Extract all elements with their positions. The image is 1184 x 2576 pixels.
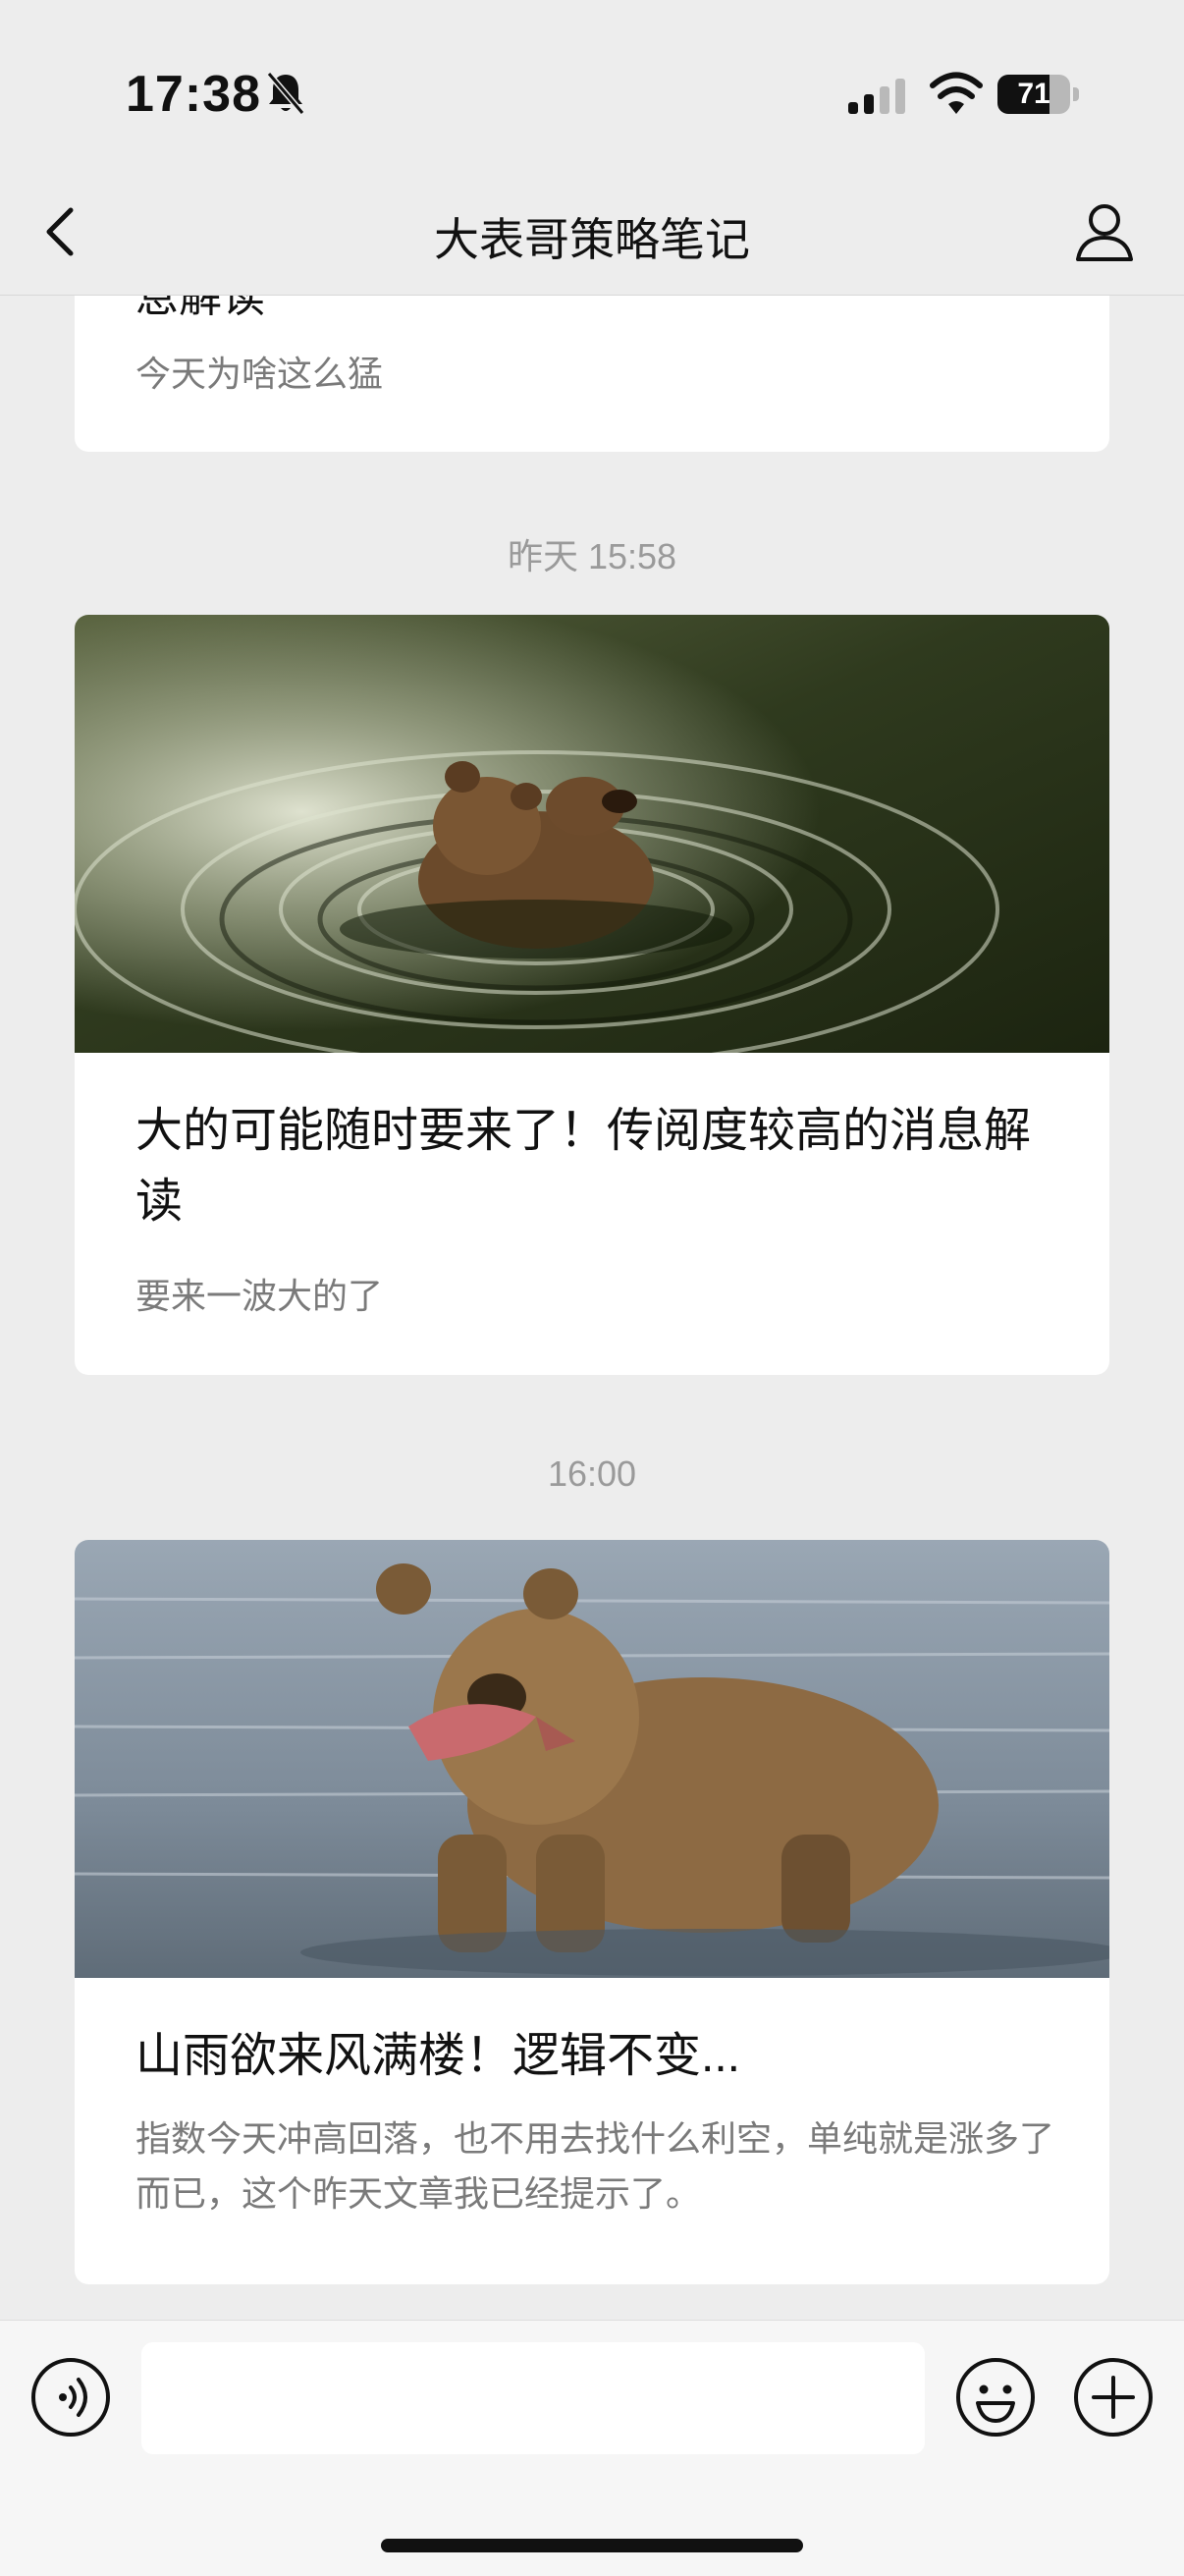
message-input[interactable] [141,2342,925,2454]
article-digest: 指数今天冲高回落，也不用去找什么利空，单纯就是涨多了而已，这个昨天文章我已经提示… [135,2118,1055,2214]
article-digest: 要来一波大的了 [135,1276,384,1316]
cellular-signal-icon [848,79,905,114]
bell-muted-icon [266,72,305,115]
home-indicator [381,2539,803,2552]
message-timestamp: 16:00 [547,1453,637,1494]
battery-icon: 71 [997,75,1080,116]
bear-with-fish-photo [75,1540,1109,1978]
plus-icon[interactable] [1072,2356,1155,2439]
status-bar: 17:38 71 [0,0,1184,167]
article-title-fragment: 息解读 [135,295,265,321]
article-title: 山雨欲来风满楼！逻辑不变... [135,2030,741,2082]
page-title: 大表哥策略笔记 [434,214,750,265]
article-card[interactable]: 大的可能随时要来了！传阅度较高的消息解读 要来一波大的了 [75,615,1109,1375]
message-timestamp: 昨天 15:58 [507,536,677,576]
status-time: 17:38 [126,66,261,123]
article-card-partial[interactable]: 息解读 今天为啥这么猛 [75,295,1109,452]
article-title: 大的可能随时要来了！传阅度较高的消息解读 [135,1105,1032,1228]
battery-percent: 71 [1017,78,1050,110]
nav-bar: 大表哥策略笔记 [0,167,1184,296]
article-card[interactable]: 山雨欲来风满楼！逻辑不变... 指数今天冲高回落，也不用去找什么利空，单纯就是涨… [75,1540,1109,2284]
input-bar [0,2320,1184,2576]
voice-icon[interactable] [29,2356,112,2439]
article-digest: 今天为啥这么猛 [135,354,384,394]
bear-in-water-photo [75,615,1109,1053]
wifi-icon [930,72,983,114]
message-feed[interactable]: 息解读 今天为啥这么猛 昨天 15:58 大的可能随时要来了！传阅度较高的消息解… [0,295,1184,2320]
emoji-icon[interactable] [954,2356,1037,2439]
profile-icon[interactable] [1072,198,1137,263]
